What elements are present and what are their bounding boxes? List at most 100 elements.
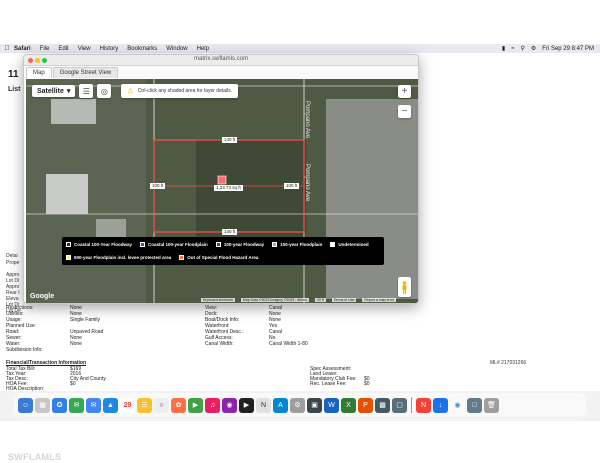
legend-label: 100-year Floodway xyxy=(223,242,265,248)
details-left: Restrictions: None Utilities: None Usage: S… xyxy=(6,305,206,353)
map-type-label: Satellite xyxy=(37,87,64,95)
legend-label: Undetermined xyxy=(338,242,369,248)
map-view[interactable]: Satellite ▾ ☰ ◎ ⚠ Ctrl-click any shaded … xyxy=(26,79,418,303)
satellite-imagery xyxy=(26,79,418,303)
tv-icon[interactable]: ▶ xyxy=(239,397,254,413)
dock-separator xyxy=(411,397,412,413)
detail-value: Single Family xyxy=(70,317,101,323)
folder-icon[interactable]: □ xyxy=(467,397,482,413)
excel-icon[interactable]: X xyxy=(341,397,356,413)
podcasts-icon[interactable]: ◉ xyxy=(222,397,237,413)
keyboard-shortcuts-link[interactable]: Keyboard shortcuts xyxy=(200,298,235,302)
layers-icon[interactable]: ☰ xyxy=(79,84,94,98)
side-label: Detai xyxy=(6,253,18,259)
menu-edit[interactable]: Edit xyxy=(58,46,68,52)
map-type-select[interactable]: Satellite ▾ xyxy=(32,85,76,97)
tab-street-view[interactable]: Google Street View xyxy=(52,67,119,78)
menu-window[interactable]: Window xyxy=(166,46,187,52)
fin-value: $0 xyxy=(70,381,76,387)
mls-watermark: SWFLAMLS xyxy=(8,452,62,462)
word-icon[interactable]: W xyxy=(324,397,339,413)
map-attribution: Map Data ©2023 Imagery ©2023 , Airbus xyxy=(240,298,309,302)
facetime-icon[interactable]: ▶ xyxy=(188,397,203,413)
legend-label: Coastal 100-year Floodplain xyxy=(148,242,208,248)
map-footer: Keyboard shortcuts Map Data ©2023 Imager… xyxy=(26,297,418,303)
dock: ☺ ▦ ✪ ✉ ✉ ▲ 29 ☰ ○ ✿ ▶ ♫ ◉ ▶ N A ⚙ ▣ W X… xyxy=(14,393,586,417)
legend-swatch xyxy=(179,254,185,260)
locate-icon[interactable]: ◎ xyxy=(97,84,112,98)
calendar-icon[interactable]: 29 xyxy=(120,397,135,413)
news-icon[interactable]: N xyxy=(256,397,271,413)
menu-bar:  Safari File Edit View History Bookmark… xyxy=(0,44,600,53)
menu-app-name[interactable]: Safari xyxy=(14,46,31,52)
pegman-figure xyxy=(402,280,407,294)
finder-icon[interactable]: ☺ xyxy=(18,397,33,413)
music-icon[interactable]: ♫ xyxy=(205,397,220,413)
settings-icon[interactable]: ⚙ xyxy=(290,397,305,413)
zoom-in-button[interactable]: + xyxy=(398,85,411,98)
clock[interactable]: Fri Sep 29 8:47 PM xyxy=(542,46,594,52)
warning-icon: ⚠ xyxy=(127,88,134,95)
menu-help[interactable]: Help xyxy=(197,46,209,52)
pegman-icon[interactable] xyxy=(398,277,411,297)
legend-swatch xyxy=(140,242,146,248)
menu-view[interactable]: View xyxy=(78,46,91,52)
preview-icon[interactable]: ▣ xyxy=(307,397,322,413)
wifi-icon[interactable]: ≈ xyxy=(511,46,514,52)
dim-label-top: 140 ft xyxy=(222,137,238,143)
apple-menu-icon[interactable]:  xyxy=(0,45,14,52)
legend-swatch xyxy=(330,242,336,248)
messages-icon[interactable]: ✉ xyxy=(69,397,84,413)
dim-label-bottom: 140 ft xyxy=(222,229,238,235)
legend-swatch xyxy=(66,254,71,260)
detail-value: None xyxy=(70,341,82,347)
popup-url[interactable]: matrix.swflamls.com xyxy=(24,56,418,62)
lot-area-label: 1,23.73 sq ft xyxy=(214,185,243,191)
tab-map[interactable]: Map xyxy=(26,67,52,78)
legend-item: Coastal 100-year Floodplain xyxy=(140,240,208,250)
downloads-icon[interactable]: ↓ xyxy=(433,397,448,413)
page-title: 11 xyxy=(8,69,19,80)
screen-photo:  Safari File Edit View History Bookmark… xyxy=(0,0,600,463)
map-popup-window: matrix.swflamls.com Map Google Street Vi… xyxy=(23,54,419,304)
zoom-out-button[interactable]: − xyxy=(398,105,411,118)
legend-item: Undetermined xyxy=(330,240,369,250)
fin-key: Rec. Lease Fee: xyxy=(310,381,347,387)
legend-label: 500-year Floodplain incl. levee protecte… xyxy=(74,254,172,260)
legend-swatch xyxy=(272,242,278,248)
menu-file[interactable]: File xyxy=(40,46,50,52)
reminders-icon[interactable]: ○ xyxy=(154,397,169,413)
chrome-icon[interactable]: ◉ xyxy=(450,397,465,413)
menu-history[interactable]: History xyxy=(100,46,119,52)
fin-key: HOA Description: xyxy=(6,386,45,392)
terms-link[interactable]: Terms of Use xyxy=(331,298,357,302)
screenshot-icon[interactable]: ▩ xyxy=(375,397,390,413)
notes-icon[interactable]: ☰ xyxy=(137,397,152,413)
side-label: Prope xyxy=(6,260,20,266)
powerpoint-icon[interactable]: P xyxy=(358,397,373,413)
app-store-icon[interactable]: A xyxy=(273,397,288,413)
photos-icon[interactable]: ✿ xyxy=(171,397,186,413)
dim-label-right: 100 ft xyxy=(284,183,300,189)
control-center-icon[interactable]: ⚙ xyxy=(531,45,536,52)
mail-icon[interactable]: ✉ xyxy=(86,397,101,413)
safari-icon[interactable]: ✪ xyxy=(52,397,67,413)
flood-legend: Coastal 100-Year Floodway Coastal 100-ye… xyxy=(62,237,384,265)
battery-icon[interactable]: ▮ xyxy=(502,45,505,52)
search-icon[interactable]: ⚲ xyxy=(521,45,525,52)
launchpad-icon[interactable]: ▦ xyxy=(35,397,50,413)
hint-text: Ctrl-click any shaded area for layer det… xyxy=(137,88,233,94)
maps-icon[interactable]: ▲ xyxy=(103,397,118,413)
popup-tabs: Map Google Street View xyxy=(24,67,418,78)
legend-item: 100-year Floodplain xyxy=(272,240,322,250)
menu-bookmarks[interactable]: Bookmarks xyxy=(127,46,157,52)
legend-item: 100-year Floodway xyxy=(215,240,265,250)
fin-value: $0 xyxy=(364,381,370,387)
trash-icon[interactable]: 🗑 xyxy=(484,397,499,413)
report-error-link[interactable]: Report a map error xyxy=(362,298,396,302)
zoom-app-icon[interactable]: ▢ xyxy=(392,397,407,413)
news-app-icon[interactable]: N xyxy=(416,397,431,413)
street-label: Pompano Ave xyxy=(304,101,310,139)
detail-key: Canal Width: xyxy=(205,341,234,347)
bezel-bottom xyxy=(0,421,600,463)
